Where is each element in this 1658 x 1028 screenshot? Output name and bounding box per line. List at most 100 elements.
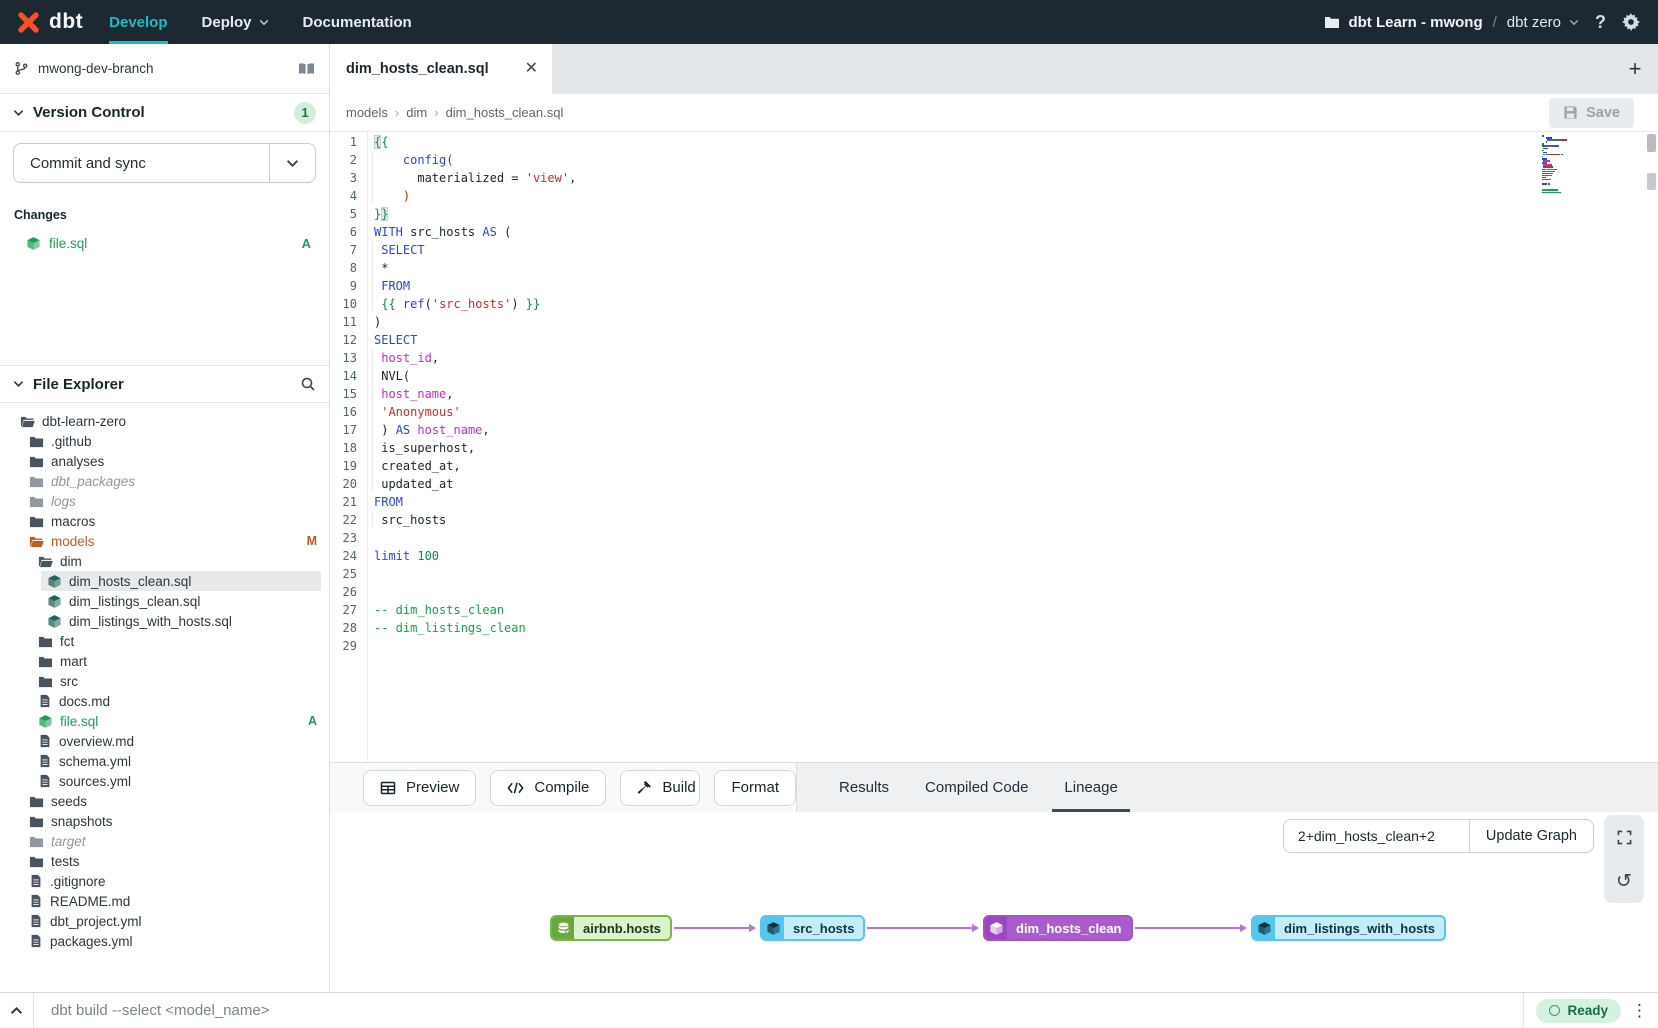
tree-item[interactable]: snapshots: [0, 811, 329, 831]
tree-item[interactable]: .gitignore: [0, 871, 329, 891]
tree-item[interactable]: packages.yml: [0, 931, 329, 951]
project-selector[interactable]: dbt Learn - mwong / dbt zero: [1324, 14, 1579, 31]
tree-item[interactable]: dim_listings_clean.sql: [0, 591, 329, 611]
code-line[interactable]: host_name,: [374, 385, 1658, 403]
tree-item[interactable]: src: [0, 671, 329, 691]
code-line[interactable]: 'Anonymous': [374, 403, 1658, 421]
fullscreen-icon[interactable]: [1604, 815, 1644, 859]
chevron-up-icon[interactable]: [0, 993, 34, 1028]
format-button[interactable]: Format: [714, 770, 796, 806]
tree-item[interactable]: schema.yml: [0, 751, 329, 771]
code-line[interactable]: WITH src_hosts AS (: [374, 223, 1658, 241]
dbt-logo[interactable]: dbt: [0, 10, 109, 35]
command-input[interactable]: dbt build --select <model_name>: [34, 993, 1523, 1028]
minimap[interactable]: [1542, 135, 1582, 196]
code-line[interactable]: limit 100: [374, 547, 1658, 565]
tree-item[interactable]: sources.yml: [0, 771, 329, 791]
tree-item[interactable]: mart: [0, 651, 329, 671]
tree-item[interactable]: file.sqlA: [0, 711, 329, 731]
code-line[interactable]: config(: [374, 151, 1658, 169]
code-line[interactable]: FROM: [374, 277, 1658, 295]
cube-icon: [47, 594, 62, 609]
tab-lineage[interactable]: Lineage: [1046, 763, 1135, 812]
code-line[interactable]: materialized = 'view',: [374, 169, 1658, 187]
commit-and-sync-button[interactable]: Commit and sync: [13, 143, 316, 183]
code-line[interactable]: -- dim_hosts_clean: [374, 601, 1658, 619]
code-line[interactable]: {{: [374, 133, 1658, 151]
code-line[interactable]: [374, 637, 1658, 655]
nav-deploy[interactable]: Deploy: [202, 0, 269, 44]
gear-icon[interactable]: [1622, 13, 1640, 31]
editor-scrollbar[interactable]: [1646, 132, 1657, 762]
changed-file-row[interactable]: file.sql A: [14, 231, 315, 255]
tree-item[interactable]: target: [0, 831, 329, 851]
code-line[interactable]: NVL(: [374, 367, 1658, 385]
tab-compiled-code[interactable]: Compiled Code: [907, 763, 1046, 812]
close-icon[interactable]: ✕: [525, 61, 538, 77]
tree-item[interactable]: macros: [0, 511, 329, 531]
lineage-node[interactable]: dim_hosts_clean: [983, 915, 1133, 941]
commit-options-caret[interactable]: [269, 144, 315, 182]
lineage-node[interactable]: airbnb.hosts: [550, 915, 672, 941]
scrollbar-thumb[interactable]: [1647, 173, 1656, 190]
build-button[interactable]: Build: [621, 771, 700, 805]
code-line[interactable]: {{ ref('src_hosts') }}: [374, 295, 1658, 313]
code-line[interactable]: ): [374, 313, 1658, 331]
tree-item[interactable]: analyses: [0, 451, 329, 471]
code-line[interactable]: ): [374, 187, 1658, 205]
file-explorer-header[interactable]: File Explorer: [0, 365, 329, 403]
tree-item[interactable]: dbt_packages: [0, 471, 329, 491]
tree-item[interactable]: logs: [0, 491, 329, 511]
code-line[interactable]: [374, 565, 1658, 583]
code-line[interactable]: host_id,: [374, 349, 1658, 367]
search-icon[interactable]: [300, 376, 316, 392]
code-line[interactable]: FROM: [374, 493, 1658, 511]
reset-view-icon[interactable]: ↺: [1604, 859, 1644, 903]
tree-item[interactable]: overview.md: [0, 731, 329, 751]
tree-item[interactable]: .github: [0, 431, 329, 451]
code-line[interactable]: ) AS host_name,: [374, 421, 1658, 439]
code-editor[interactable]: 1234567891011121314151617181920212223242…: [330, 132, 1658, 762]
code-content[interactable]: {{ config( materialized = 'view', )}}WIT…: [368, 132, 1658, 762]
tree-item[interactable]: fct: [0, 631, 329, 651]
update-graph-button[interactable]: Update Graph: [1469, 819, 1594, 853]
help-icon[interactable]: ?: [1595, 12, 1606, 33]
code-line[interactable]: is_superhost,: [374, 439, 1658, 457]
scrollbar-thumb[interactable]: [1647, 134, 1656, 152]
version-control-header[interactable]: Version Control 1: [0, 94, 329, 132]
code-line[interactable]: SELECT: [374, 241, 1658, 259]
lineage-selector-input[interactable]: [1283, 819, 1469, 853]
tree-item[interactable]: dim_hosts_clean.sql: [0, 571, 329, 591]
nav-develop[interactable]: Develop: [109, 0, 167, 44]
code-line[interactable]: -- dim_listings_clean: [374, 619, 1658, 637]
code-line[interactable]: src_hosts: [374, 511, 1658, 529]
tree-item[interactable]: dbt-learn-zero: [0, 411, 329, 431]
code-line[interactable]: [374, 583, 1658, 601]
code-line[interactable]: }}: [374, 205, 1658, 223]
preview-button[interactable]: Preview: [363, 770, 476, 806]
tab-dim-hosts-clean[interactable]: dim_hosts_clean.sql ✕: [330, 44, 552, 94]
tree-item[interactable]: dbt_project.yml: [0, 911, 329, 931]
code-line[interactable]: *: [374, 259, 1658, 277]
code-line[interactable]: SELECT: [374, 331, 1658, 349]
code-line[interactable]: [374, 529, 1658, 547]
new-tab-button[interactable]: +: [1612, 44, 1658, 94]
tree-item[interactable]: tests: [0, 851, 329, 871]
code-line[interactable]: created_at,: [374, 457, 1658, 475]
tree-item[interactable]: README.md: [0, 891, 329, 911]
lineage-node[interactable]: src_hosts: [760, 915, 865, 941]
docs-book-icon[interactable]: [298, 62, 315, 76]
code-line[interactable]: updated_at: [374, 475, 1658, 493]
tree-item[interactable]: dim: [0, 551, 329, 571]
nav-documentation[interactable]: Documentation: [303, 0, 412, 44]
tree-item[interactable]: docs.md: [0, 691, 329, 711]
lineage-node[interactable]: dim_listings_with_hosts: [1251, 915, 1446, 941]
branch-row[interactable]: mwong-dev-branch: [0, 44, 329, 94]
compile-button[interactable]: Compile: [490, 770, 606, 806]
tree-item[interactable]: modelsM: [0, 531, 329, 551]
tree-item[interactable]: seeds: [0, 791, 329, 811]
kebab-menu-icon[interactable]: ⋮: [1631, 1001, 1648, 1021]
tree-item[interactable]: dim_listings_with_hosts.sql: [0, 611, 329, 631]
save-button[interactable]: Save: [1549, 98, 1634, 128]
tab-results[interactable]: Results: [821, 763, 907, 812]
